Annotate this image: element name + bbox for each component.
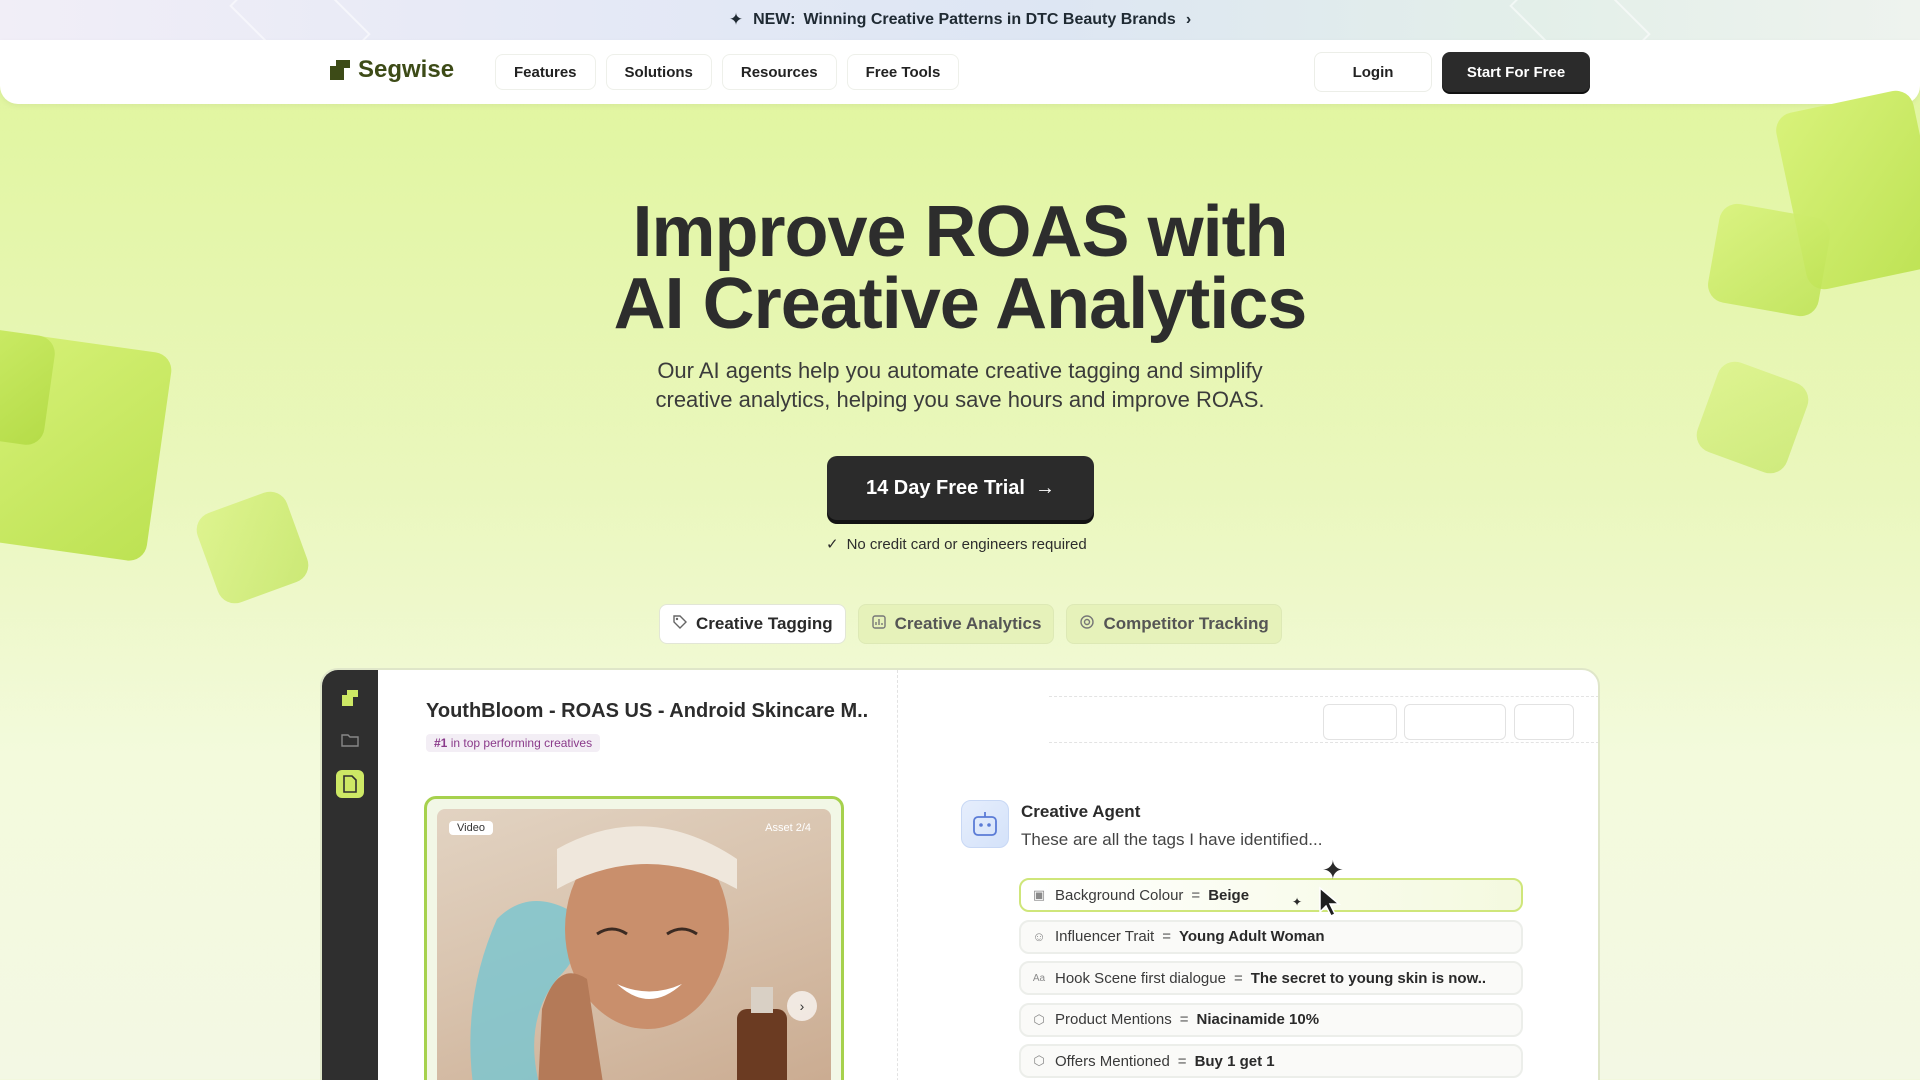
agent-avatar-icon (961, 800, 1009, 848)
menu-item-solutions[interactable]: Solutions (605, 54, 712, 90)
text-icon: Aa (1032, 972, 1046, 984)
image-icon: ▣ (1032, 887, 1046, 902)
tag-row[interactable]: ▣ Background Colour = Beige (1019, 878, 1523, 912)
rank-badge: #1 in top performing creatives (426, 734, 601, 752)
person-icon: ☺ (1032, 929, 1046, 944)
toolbar-box[interactable] (1514, 704, 1574, 740)
asset-type-chip: Video (449, 821, 493, 835)
app-preview-window: YouthBloom - ROAS US - Android Skincare … (320, 668, 1600, 1080)
sparkle-icon: ✦ (1292, 895, 1303, 909)
asset-counter: Asset 2/4 (765, 822, 811, 834)
menu-item-features[interactable]: Features (495, 54, 596, 90)
next-asset-button[interactable]: › (787, 991, 817, 1021)
login-button[interactable]: Login (1314, 52, 1432, 92)
analytics-icon (871, 614, 887, 635)
chevron-right-icon: › (1185, 11, 1192, 28)
announcement-text[interactable]: Winning Creative Patterns in DTC Beauty … (803, 11, 1175, 29)
app-sidebar (322, 670, 378, 1080)
hero-title: Improve ROAS with AI Creative Analytics (613, 192, 1308, 344)
menu-item-free-tools[interactable]: Free Tools (846, 54, 960, 90)
tag-list: ▣ Background Colour = Beige ☺ Influencer … (1019, 878, 1523, 1080)
creative-image: Video Asset 2/4 › (437, 809, 831, 1080)
tag-icon (672, 614, 688, 635)
tag-row[interactable]: ⬡ Product Mentions = Niacinamide 10% (1019, 1002, 1523, 1037)
start-for-free-button[interactable]: Start For Free (1442, 52, 1590, 92)
arrow-right-icon: → (1034, 476, 1055, 499)
document-icon[interactable] (336, 770, 364, 798)
sparkle-icon: ✦ (728, 10, 744, 29)
app-logo-icon (336, 684, 364, 712)
feature-tabs: Creative Tagging Creative Analytics Comp… (659, 604, 1282, 644)
main-menu: Features Solutions Resources Free Tools (495, 54, 960, 90)
hero-subtitle: Our AI agents help you automate creative… (655, 358, 1265, 412)
asset-card[interactable]: Video Asset 2/4 › (424, 796, 844, 1080)
folder-icon[interactable] (336, 726, 364, 754)
box-icon: ⬡ (1033, 1011, 1045, 1027)
box-icon: ⬡ (1033, 1053, 1045, 1068)
tab-creative-tagging[interactable]: Creative Tagging (659, 604, 846, 644)
agent-pane: Creative Agent These are all the tags I … (899, 670, 1598, 1080)
top-nav: Segwise Features Solutions Resources Fre… (0, 40, 1920, 104)
tag-row[interactable]: Aa Hook Scene first dialogue = The secret… (1019, 961, 1523, 995)
decor-cube (191, 486, 314, 609)
agent-name: Creative Agent (1021, 802, 1141, 821)
divider (1049, 696, 1598, 697)
agent-message: These are all the tags I have identified… (1021, 830, 1323, 849)
cursor-icon (1319, 886, 1342, 918)
brand-name: Segwise (358, 56, 455, 83)
divider (1049, 742, 1598, 743)
project-title: YouthBloom - ROAS US - Android Skincare … (426, 700, 869, 722)
check-icon: ✓ (826, 536, 839, 553)
decor-shape (1509, 0, 1651, 40)
tab-creative-analytics[interactable]: Creative Analytics (857, 604, 1055, 644)
target-icon (1079, 614, 1095, 635)
tag-row[interactable]: ☺ Influencer Trait = Young Adult Woman (1019, 919, 1523, 954)
tag-row[interactable]: ⬡ Offers Mentioned = Buy 1 get 1 (1019, 1044, 1523, 1078)
no-credit-card-note: ✓ No credit card or engineers required (826, 535, 1087, 554)
tab-competitor-tracking[interactable]: Competitor Tracking (1066, 604, 1282, 644)
toolbar-box[interactable] (1404, 704, 1506, 740)
announcement-badge: NEW: (753, 11, 796, 28)
announcement-bar[interactable]: ✦ NEW: Winning Creative Patterns in DTC … (0, 0, 1920, 40)
free-trial-button[interactable]: 14 Day Free Trial → (827, 456, 1094, 520)
menu-item-resources[interactable]: Resources (721, 54, 837, 90)
toolbar-box[interactable] (1323, 704, 1397, 740)
logo[interactable]: Segwise (330, 56, 454, 84)
logo-icon (330, 60, 350, 80)
creative-detail-pane: YouthBloom - ROAS US - Android Skincare … (378, 670, 898, 1080)
sparkle-icon: ✦ (1322, 855, 1344, 885)
decor-shape (229, 0, 371, 40)
